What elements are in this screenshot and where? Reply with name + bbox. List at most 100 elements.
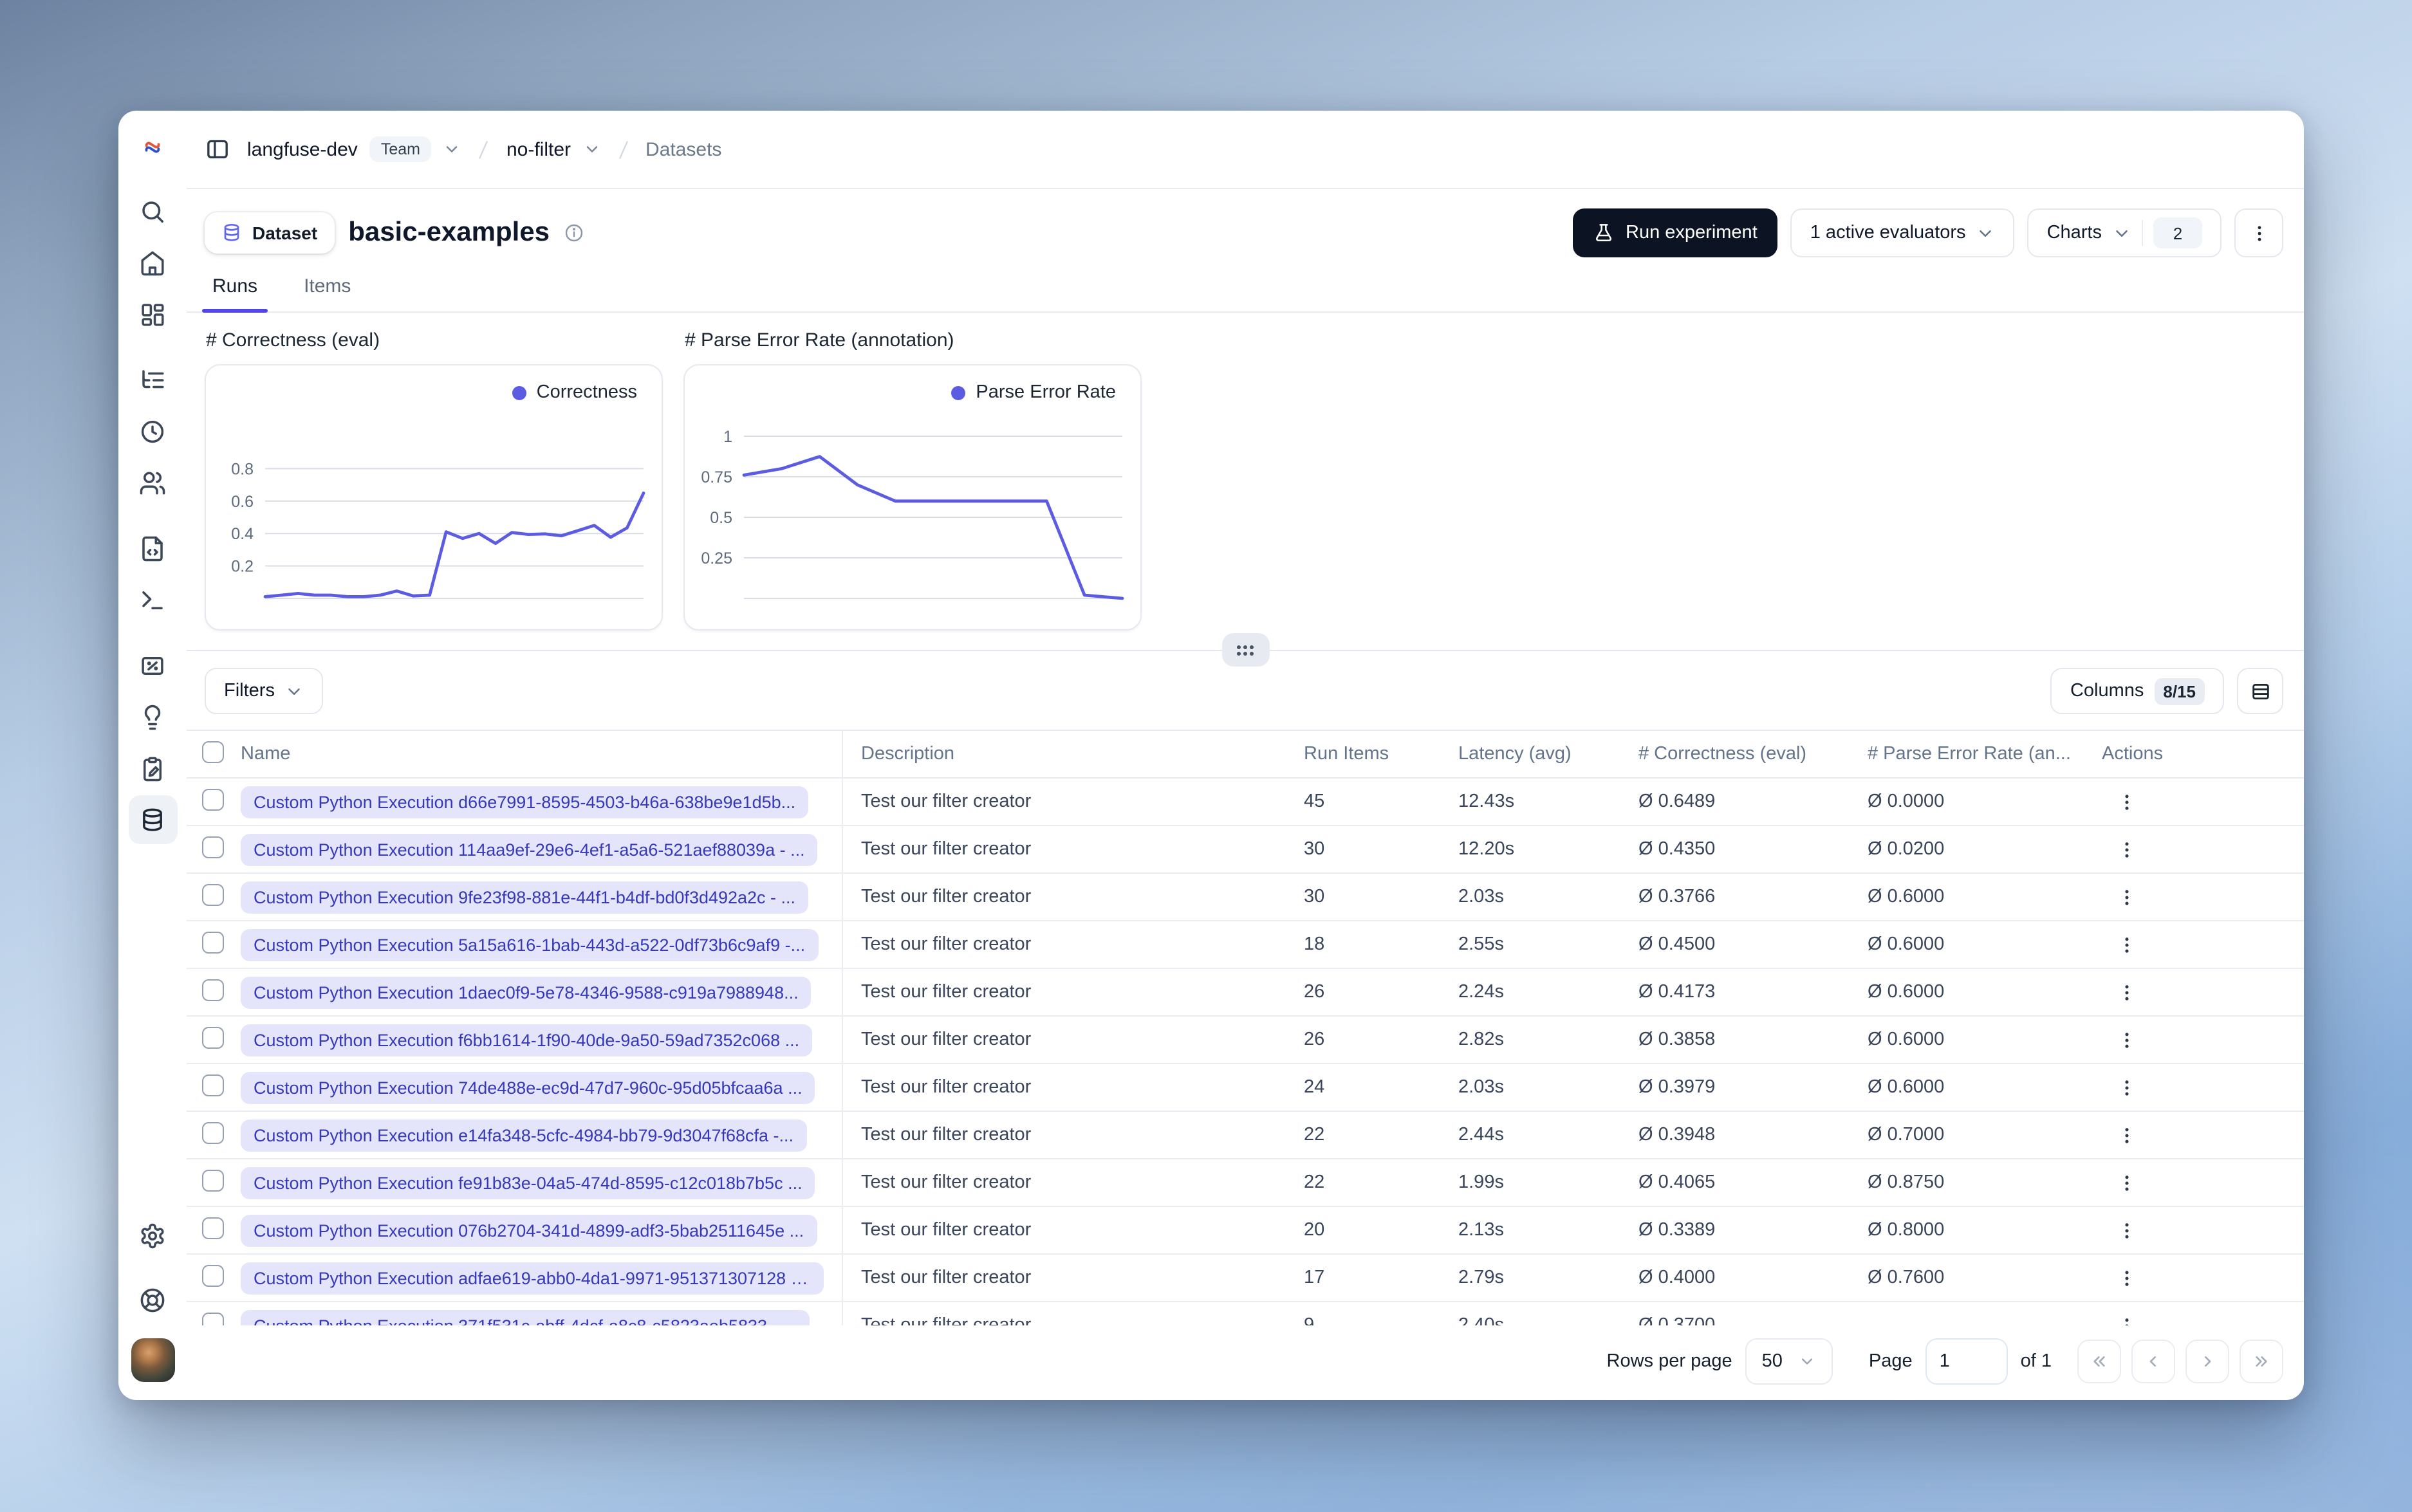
tab-items[interactable]: Items [296,274,358,311]
chevron-right-icon [2205,1356,2211,1367]
row-actions-button[interactable] [2107,878,2146,917]
row-actions-button[interactable] [2107,1307,2146,1325]
run-experiment-button[interactable]: Run experiment [1573,208,1778,257]
more-actions-button[interactable] [2234,208,2283,257]
row-actions-button[interactable] [2107,1164,2146,1203]
user-avatar[interactable] [131,1338,174,1382]
run-name-link[interactable]: Custom Python Execution 9fe23f98-881e-44… [241,881,809,914]
sidebar-item-search[interactable] [128,187,177,235]
row-checkbox[interactable] [202,1026,224,1049]
info-icon[interactable] [564,223,584,243]
legend-label: Correctness [536,382,637,403]
row-actions-button[interactable] [2107,1116,2146,1155]
sidebar [118,111,187,1400]
run-name-link[interactable]: Custom Python Execution d66e7991-8595-45… [241,786,809,818]
last-page-button[interactable] [2240,1340,2283,1383]
sidebar-item-prompts[interactable] [128,524,177,573]
column-header-run-items[interactable]: Run Items [1304,744,1458,764]
breadcrumb-current[interactable]: Datasets [645,138,721,160]
run-description: Test our filter creator [861,1220,1032,1241]
run-name-link[interactable]: Custom Python Execution 371f531c-abff-4d… [241,1309,810,1325]
resize-handle[interactable] [1221,633,1269,667]
run-name-link[interactable]: Custom Python Execution 5a15a616-1bab-44… [241,928,819,961]
chevron-down-icon[interactable] [582,140,600,158]
database-icon [143,807,162,831]
sidebar-item-users[interactable] [128,458,177,507]
run-name-link[interactable]: Custom Python Execution 114aa9ef-29e6-4e… [241,833,818,866]
row-checkbox[interactable] [202,931,224,954]
row-checkbox[interactable] [202,1264,224,1287]
columns-button[interactable]: Columns 8/15 [2050,668,2224,714]
row-actions-button[interactable] [2107,1259,2146,1298]
row-height-button[interactable] [2237,668,2283,714]
sidebar-item-settings[interactable] [128,1211,177,1260]
row-checkbox[interactable] [202,979,224,1001]
square-percent-icon [142,656,163,674]
sidebar-item-datasets[interactable] [128,795,177,844]
row-actions-button[interactable] [2107,831,2146,869]
row-checkbox[interactable] [202,1074,224,1096]
langfuse-logo[interactable] [135,130,170,165]
sidebar-item-sessions[interactable] [128,407,177,456]
run-name-link[interactable]: Custom Python Execution 74de488e-ec9d-47… [241,1071,815,1104]
run-name-link[interactable]: Custom Python Execution adfae619-abb0-4d… [241,1262,824,1295]
sidebar-item-suggestions[interactable] [128,692,177,741]
chart-title: # Parse Error Rate (annotation) [685,329,954,351]
run-name-link[interactable]: Custom Python Execution f6bb1614-1f90-40… [241,1024,813,1056]
desktop-background: langfuse-dev Team no-filter Datasets Dat… [0,0,2412,1512]
run-name-link[interactable]: Custom Python Execution e14fa348-5cfc-49… [241,1119,807,1152]
row-checkbox[interactable] [202,883,224,906]
row-checkbox[interactable] [202,836,224,858]
table-row: Custom Python Execution adfae619-abb0-4d… [187,1255,2304,1303]
column-header-correctness[interactable]: # Correctness (eval) [1638,744,1868,764]
row-checkbox[interactable] [202,1169,224,1192]
row-actions-button[interactable] [2107,1069,2146,1107]
row-actions-button[interactable] [2107,783,2146,822]
row-actions-button[interactable] [2107,973,2146,1012]
kebab-menu-icon [2124,1175,2128,1191]
row-checkbox[interactable] [202,1121,224,1144]
sidebar-item-support[interactable] [128,1275,177,1324]
toolbar-right: Columns 8/15 [2050,668,2283,714]
run-latency: 2.44s [1458,1125,1504,1146]
filters-button[interactable]: Filters [205,668,324,714]
run-description: Test our filter creator [861,1029,1032,1051]
charts-dropdown[interactable]: Charts 2 [2027,208,2222,257]
row-checkbox[interactable] [202,788,224,811]
chevron-down-icon[interactable] [443,140,461,158]
run-name-link[interactable]: Custom Python Execution fe91b83e-04a5-47… [241,1166,815,1199]
sidebar-item-dashboards[interactable] [128,290,177,338]
tab-runs[interactable]: Runs [201,274,268,313]
chevron-down-icon [1980,230,1992,236]
row-actions-button[interactable] [2107,926,2146,964]
row-checkbox[interactable] [202,1217,224,1239]
rows-per-page-select[interactable]: 50 [1745,1338,1833,1385]
breadcrumb-organization[interactable]: langfuse-dev [247,138,358,160]
table-row: Custom Python Execution d66e7991-8595-45… [187,779,2304,827]
sidebar-item-annotations[interactable] [128,744,177,793]
row-actions-button[interactable] [2107,1212,2146,1250]
column-header-parse-error[interactable]: # Parse Error Rate (an... [1868,744,2102,764]
next-page-button[interactable] [2185,1340,2229,1383]
select-all-checkbox[interactable] [202,741,224,763]
breadcrumb-project[interactable]: no-filter [506,138,571,160]
run-items-count: 26 [1304,982,1325,1003]
sidebar-toggle-button[interactable] [205,136,230,162]
page-number-input[interactable] [1925,1338,2008,1385]
first-page-button[interactable] [2077,1340,2121,1383]
sidebar-item-tracing[interactable] [128,355,177,404]
sidebar-item-home[interactable] [128,238,177,287]
sidebar-item-playground[interactable] [128,575,177,624]
column-header-latency[interactable]: Latency (avg) [1458,744,1638,764]
run-name-link[interactable]: Custom Python Execution 076b2704-341d-48… [241,1214,817,1247]
sidebar-item-evaluators[interactable] [128,641,177,690]
row-actions-button[interactable] [2107,1021,2146,1060]
row-checkbox[interactable] [202,1312,224,1325]
table-row: Custom Python Execution 74de488e-ec9d-47… [187,1064,2304,1112]
evaluators-dropdown[interactable]: 1 active evaluators [1790,208,2015,257]
run-name-link[interactable]: Custom Python Execution 1daec0f9-5e78-43… [241,976,812,1009]
column-header-description[interactable]: Description [843,744,1304,764]
previous-page-button[interactable] [2131,1340,2175,1383]
line-chart: 0.25 0.5 0.75 1 [701,428,1124,600]
column-header-name[interactable]: Name [241,731,843,778]
